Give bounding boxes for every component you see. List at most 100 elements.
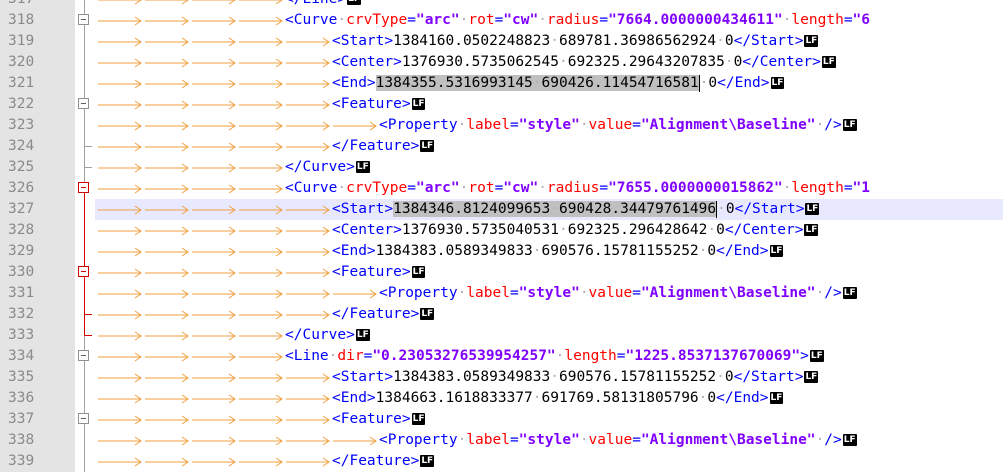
code-line[interactable]: <Property·label="style"·value="Alignment… — [97, 115, 857, 136]
xml-tag-token: = — [632, 285, 641, 301]
tab-arrow-icon — [144, 157, 191, 178]
xml-value-token: "0.23053276539954257" — [372, 348, 556, 364]
fold-end-marker — [84, 314, 92, 315]
editor-line[interactable]: 329 <End>1384383.0589349833·690576.157811… — [0, 241, 1003, 262]
tab-arrow-icon — [238, 346, 285, 367]
xml-tag-token: </Start> — [734, 201, 805, 217]
eol-lf-marker: LF — [842, 287, 857, 299]
editor-line[interactable]: 319 <Start>1384160.0502248823·689781.3698… — [0, 31, 1003, 52]
editor-line[interactable]: 323 <Property·label="style"·value="Alignm… — [0, 115, 1003, 136]
tab-arrow-icon — [238, 367, 285, 388]
fold-collapse-icon[interactable] — [78, 413, 89, 424]
fold-collapse-icon[interactable] — [78, 182, 89, 193]
xml-value-token: "1225.8537137670069" — [625, 348, 801, 364]
tab-arrow-icon — [285, 73, 332, 94]
fold-collapse-icon[interactable] — [78, 350, 89, 361]
line-number: 338 — [8, 432, 35, 448]
xml-attribute-token: crvType — [346, 12, 408, 28]
editor-line[interactable]: 320 <Center>1376930.5735062545·692325.296… — [0, 52, 1003, 73]
tab-arrow-icon — [97, 0, 144, 10]
xml-tag-token: <Start> — [332, 201, 394, 217]
editor-line[interactable]: 317 </Line>LF — [0, 0, 1003, 10]
code-line[interactable]: <Center>1376930.5735040531·692325.296428… — [97, 220, 819, 241]
line-number: 317 — [8, 0, 34, 10]
code-line[interactable]: <Start>1384346.8124099653·690428.3447976… — [97, 199, 820, 220]
fold-guide-line — [84, 283, 85, 304]
whitespace-dot: · — [550, 33, 559, 49]
fold-collapse-icon[interactable] — [78, 266, 89, 277]
code-line[interactable]: <Feature> LF — [97, 94, 426, 115]
xml-attribute-token: radius — [546, 180, 600, 196]
line-number: 328 — [8, 222, 35, 238]
editor-line[interactable]: 335 <Start>1384383.0589349833·690576.1578… — [0, 367, 1003, 388]
whitespace-dot: · — [532, 243, 542, 259]
xml-tag-token: = — [509, 285, 519, 301]
code-line[interactable]: <Property·label="style"·value="Alignment… — [97, 283, 857, 304]
editor-line[interactable]: 336 <End>1384663.1618833377·691769.581318… — [0, 388, 1003, 409]
code-line[interactable]: <End>1384663.1618833377·691769.581318057… — [97, 388, 784, 409]
code-line[interactable]: <Line·dir="0.23053276539954257"·length="… — [97, 346, 824, 367]
tab-arrow-icon — [97, 73, 144, 94]
editor-line[interactable]: 330 <Feature> LF — [0, 262, 1003, 283]
code-line[interactable]: <Start>1384383.0589349833·690576.1578115… — [97, 367, 819, 388]
line-number-gutter: 327 — [0, 199, 75, 220]
code-editor[interactable]: 317</Line>LF318<Curve·crvType="arc"·rot=… — [0, 0, 1003, 473]
code-line[interactable]: <Curve·crvType="arc"·rot="cw"·radius="76… — [97, 178, 870, 199]
code-line[interactable]: <Property·label="style"·value="Alignment… — [97, 430, 857, 451]
selected-text: 1384346.8124099653 — [393, 201, 551, 217]
code-line[interactable]: </Curve> LF — [97, 157, 370, 178]
editor-line[interactable]: 339 </Feature> LF — [0, 451, 1003, 472]
line-number: 332 — [8, 306, 35, 322]
editor-line[interactable]: 333 </Curve> LF — [0, 325, 1003, 346]
tab-arrow-icon — [285, 220, 332, 241]
code-line[interactable]: </Feature> LF — [97, 304, 435, 325]
code-line[interactable]: </Feature> LF — [97, 451, 435, 472]
fold-guide-line — [84, 367, 85, 388]
code-line[interactable]: <End>1384355.5316993145·690426.114547165… — [97, 73, 785, 94]
fold-end-marker — [84, 335, 92, 336]
editor-line[interactable]: 331 <Property·label="style"·value="Alignm… — [0, 283, 1003, 304]
xml-text-token: 1384663.1618833377 — [375, 390, 533, 406]
xml-tag-token: <Curve — [285, 12, 338, 28]
xml-tag-token: = — [599, 12, 609, 28]
whitespace-dot: · — [538, 180, 547, 196]
code-line[interactable]: <Center>1376930.5735062545·692325.296432… — [97, 52, 836, 73]
editor-line[interactable]: 334 <Line·dir="0.23053276539954257"·lengt… — [0, 346, 1003, 367]
tab-arrow-icon — [97, 304, 144, 325]
code-line[interactable]: <Curve·crvType="arc"·rot="cw"·radius="76… — [97, 10, 870, 31]
eol-lf-marker: LF — [842, 119, 857, 131]
editor-line[interactable]: 338 <Property·label="style"·value="Alignm… — [0, 430, 1003, 451]
fold-collapse-icon[interactable] — [78, 98, 89, 109]
editor-line[interactable]: 322 <Feature> LF — [0, 94, 1003, 115]
editor-line[interactable]: 321 <End>1384355.5316993145·690426.114547… — [0, 73, 1003, 94]
tab-arrow-icon — [191, 346, 238, 367]
editor-line[interactable]: 324 </Feature> LF — [0, 136, 1003, 157]
editor-line[interactable]: 327 <Start>1384346.8124099653·690428.3447… — [0, 199, 1003, 220]
tab-arrow-icon — [144, 52, 191, 73]
editor-line[interactable]: 325 </Curve> LF — [0, 157, 1003, 178]
fold-margin — [75, 409, 95, 430]
tab-arrow-icon — [97, 10, 144, 31]
code-line[interactable]: <Feature> LF — [97, 409, 426, 430]
editor-line[interactable]: 332 </Feature> LF — [0, 304, 1003, 325]
editor-line[interactable]: 337 <Feature> LF — [0, 409, 1003, 430]
code-line[interactable]: </Feature> LF — [97, 136, 435, 157]
xml-value-token: "arc" — [415, 12, 460, 28]
code-line[interactable]: <End>1384383.0589349833·690576.157811552… — [97, 241, 784, 262]
editor-line[interactable]: 326 <Curve·crvType="arc"·rot="cw"·radius=… — [0, 178, 1003, 199]
fold-collapse-icon[interactable] — [78, 14, 89, 25]
editor-line[interactable]: 318 <Curve·crvType="arc"·rot="cw"·radius=… — [0, 10, 1003, 31]
tab-arrow-icon — [97, 262, 144, 283]
xml-value-token: "7664.0000000434611" — [608, 12, 783, 28]
xml-attribute-token: crvType — [346, 180, 408, 196]
fold-margin — [75, 451, 95, 472]
code-line[interactable]: </Curve> LF — [97, 325, 370, 346]
xml-attribute-token: label — [466, 285, 510, 301]
code-line[interactable]: <Feature> LF — [97, 262, 426, 283]
editor-line[interactable]: 328 <Center>1376930.5735040531·692325.296… — [0, 220, 1003, 241]
xml-tag-token: </End> — [716, 243, 769, 259]
code-line[interactable]: <Start>1384160.0502248823·689781.3698656… — [97, 31, 819, 52]
line-number-gutter: 329 — [0, 241, 75, 262]
code-line[interactable]: </Line>LF — [97, 0, 361, 10]
tab-arrow-icon — [144, 10, 191, 31]
